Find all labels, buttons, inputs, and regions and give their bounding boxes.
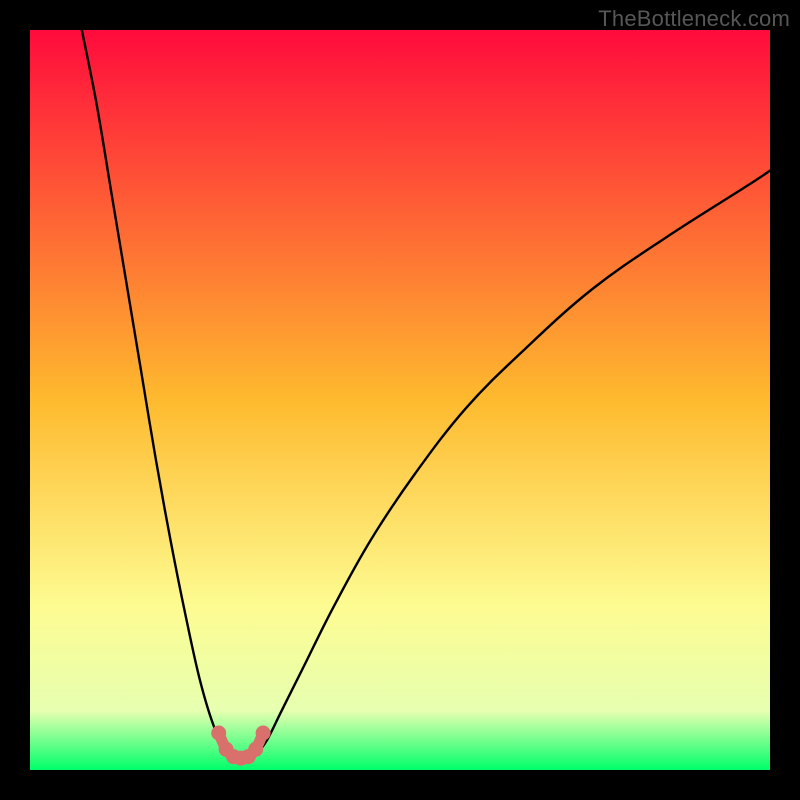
chart-svg: [30, 30, 770, 770]
gradient-background: [30, 30, 770, 770]
chart-plot: [30, 30, 770, 770]
optimum-marker-dot: [211, 726, 226, 741]
watermark-text: TheBottleneck.com: [598, 6, 790, 32]
optimum-marker-dot: [248, 742, 263, 757]
chart-frame: TheBottleneck.com: [0, 0, 800, 800]
optimum-marker-dot: [256, 726, 271, 741]
